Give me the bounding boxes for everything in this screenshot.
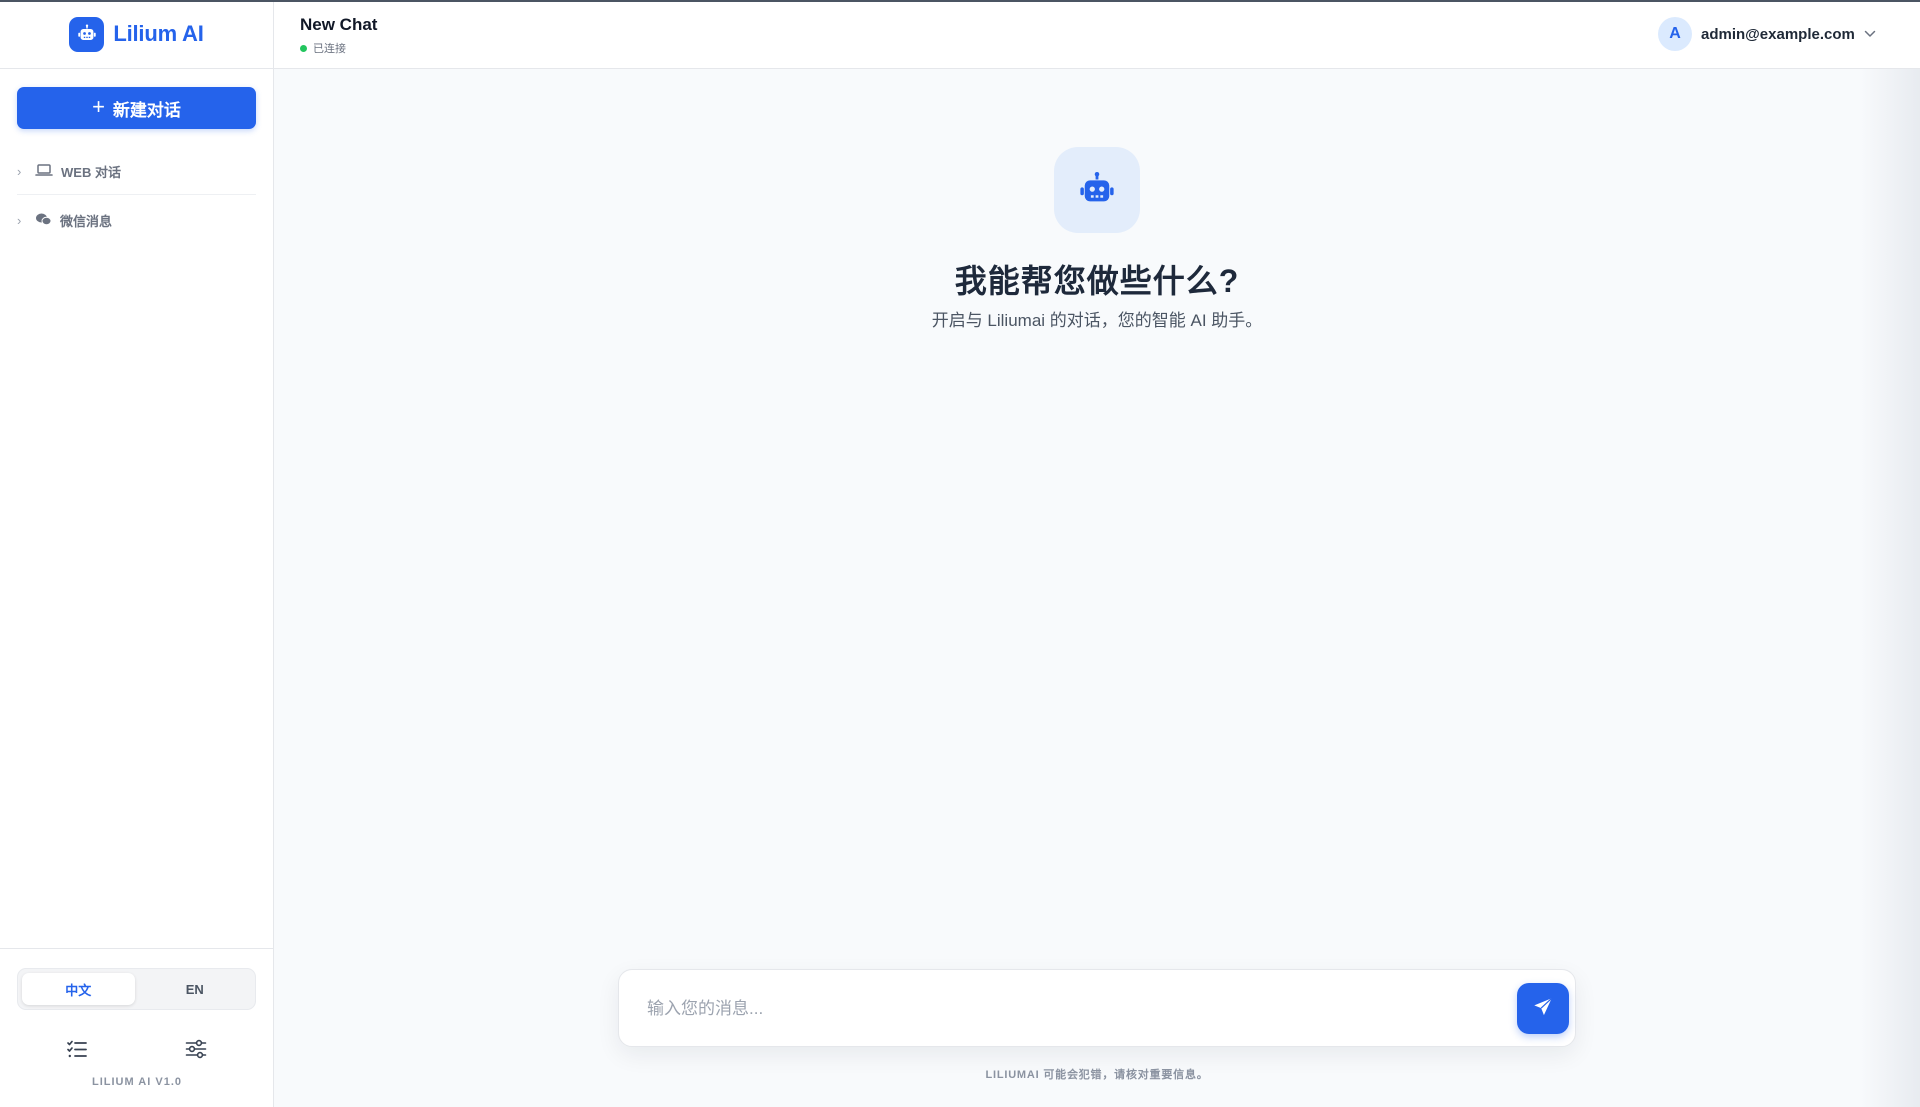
chat-main: 我能帮您做些什么? 开启与 Liliumai 的对话，您的智能 AI 助手。 L… [274, 69, 1920, 1107]
chat-header: New Chat 已连接 A admin@example.com [274, 0, 1920, 69]
user-menu[interactable]: A admin@example.com [1658, 16, 1876, 52]
connection-status: 已连接 [300, 40, 346, 56]
wechat-icon [35, 212, 52, 229]
edge-shadow [1860, 69, 1920, 1107]
chevron-right-icon: › [17, 212, 22, 228]
sidebar-footer: 中文 EN LILIUM AI V1.0 [0, 948, 274, 1107]
brand[interactable]: Lilium AI [0, 0, 273, 69]
message-composer [618, 969, 1576, 1047]
sidebar-group-label: 微信消息 [60, 213, 113, 229]
sidebar-group-label: WEB 对话 [61, 165, 121, 180]
user-email: admin@example.com [1701, 25, 1855, 43]
avatar: A [1658, 17, 1692, 51]
task-list-button[interactable] [57, 1031, 97, 1071]
chevron-down-icon [1864, 25, 1876, 43]
plus-icon: + [92, 94, 105, 119]
welcome-title: 我能帮您做些什么? [954, 263, 1240, 299]
message-input[interactable] [647, 990, 1487, 1028]
robot-icon [1054, 147, 1140, 233]
status-text: 已连接 [313, 43, 346, 55]
laptop-icon [35, 163, 53, 180]
app-version: LILIUM AI V1.0 [92, 1076, 182, 1088]
language-option-en[interactable]: EN [139, 973, 252, 1005]
chat-title: New Chat [300, 15, 378, 34]
sliders-icon [185, 1039, 207, 1064]
status-dot-icon [300, 44, 307, 52]
chevron-right-icon: › [17, 164, 22, 179]
brand-name: Lilium AI [113, 21, 204, 46]
disclaimer: LILIUMAI 可能会犯错，请核对重要信息。 [985, 1069, 1209, 1081]
language-option-zh[interactable]: 中文 [22, 973, 135, 1005]
new-chat-button[interactable]: + 新建对话 [17, 87, 256, 129]
sidebar-group-wechat[interactable]: › 微信消息 [17, 197, 256, 243]
sidebar: Lilium AI + 新建对话 › WEB 对话 › 微信消息 中文 EN L… [0, 0, 274, 1107]
task-list-icon [66, 1039, 88, 1064]
new-chat-label: 新建对话 [112, 100, 181, 120]
settings-button[interactable] [176, 1031, 216, 1071]
sidebar-tools [17, 1031, 256, 1071]
sidebar-group-web[interactable]: › WEB 对话 [17, 149, 256, 195]
language-toggle: 中文 EN [17, 968, 256, 1010]
send-icon [1532, 996, 1554, 1021]
send-button[interactable] [1517, 983, 1569, 1034]
robot-icon [69, 16, 105, 52]
window-top-border [0, 0, 1920, 2]
welcome-subtitle: 开启与 Liliumai 的对话，您的智能 AI 助手。 [931, 311, 1263, 330]
